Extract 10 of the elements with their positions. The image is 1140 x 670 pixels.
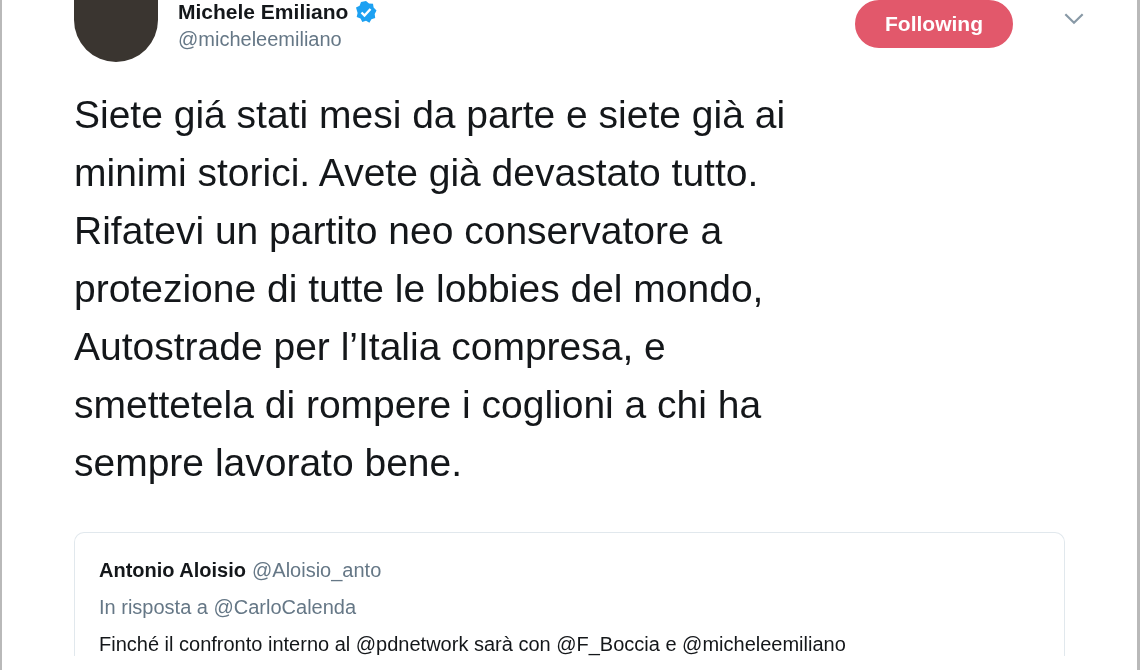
author-name: Michele Emiliano xyxy=(178,0,349,24)
quoted-author-handle: @Aloisio_anto xyxy=(252,559,382,582)
quoted-tweet-text: Finché il confronto interno al @pdnetwork sarà con @F_Boccia e @micheleemiliano xyxy=(99,633,847,656)
reply-to-text: In risposta a @CarloCalenda xyxy=(99,596,358,619)
following-button[interactable]: Following xyxy=(855,0,1013,48)
caret-icon[interactable] xyxy=(1063,12,1085,25)
quoted-tweet-card[interactable]: Antonio Aloisio @Aloisio_anto In risposta a @CarloCalenda Finché il confronto interno al @pdnetwork sarà con @F_Boccia e @micheleemiliano xyxy=(74,532,1065,656)
tweet-text: Siete giá stati mesi da parte e siete già ai minimi storici. Avete già devastato tutto. Rifatevi un partito neo conservatore a protezione di tutte le lobbies del mondo, Autostrade per l’Italia compresa, e smettetela di rompere i coglioni a chi ha sempre lavorato bene. xyxy=(74,92,787,486)
quoted-author-name: Antonio Aloisio xyxy=(99,559,246,582)
author-handle[interactable]: @micheleemiliano xyxy=(178,28,379,51)
